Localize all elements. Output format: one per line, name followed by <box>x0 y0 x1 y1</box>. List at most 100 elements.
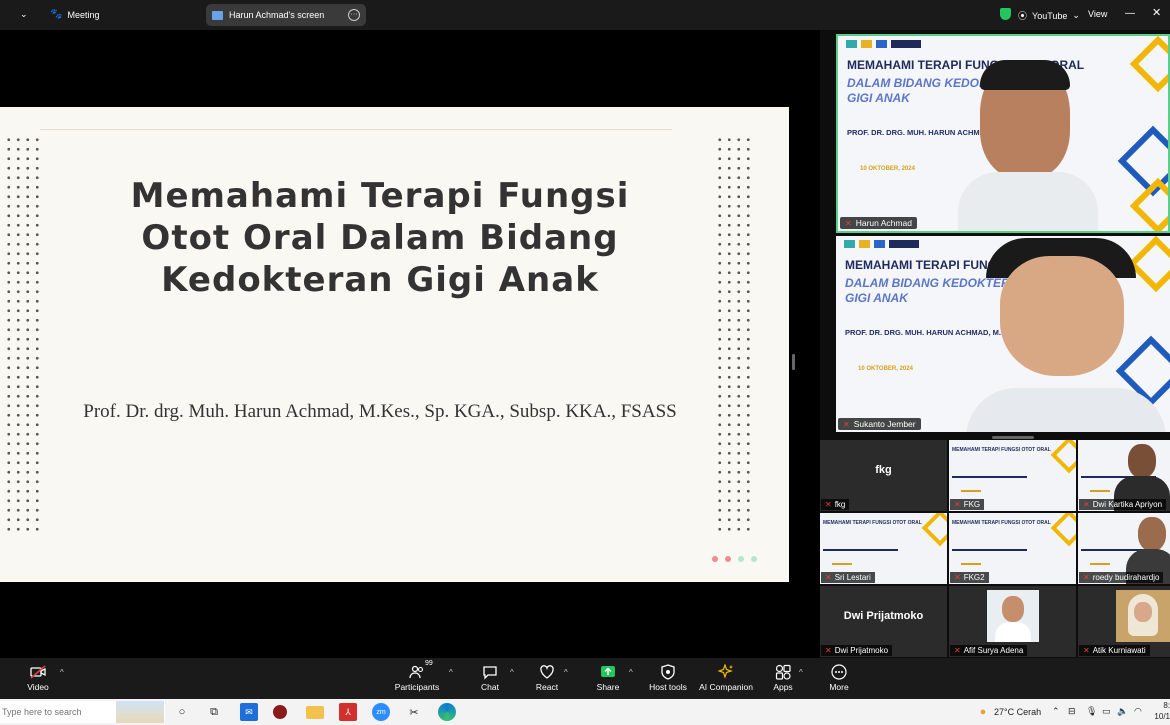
file-explorer-icon[interactable] <box>306 706 324 719</box>
participant-figure <box>1128 444 1156 478</box>
participant-name-tag: ✕ Afif Surya Adena <box>950 645 1028 656</box>
participants-count: 99 <box>425 660 433 667</box>
slide-top-rule <box>40 129 672 130</box>
slide-title: Memahami Terapi Fungsi Otot Oral Dalam B… <box>130 176 630 300</box>
chevron-up-icon[interactable]: ^ <box>629 668 633 677</box>
participant-tile[interactable]: ✕ Afif Surya Adena <box>949 586 1076 657</box>
chevron-up-icon[interactable]: ^ <box>449 668 453 677</box>
apps-icon <box>775 664 791 680</box>
chevron-up-icon[interactable]: ^ <box>799 668 803 677</box>
mic-off-icon: ✕ <box>1083 500 1090 509</box>
slide-author: Prof. Dr. drg. Muh. Harun Achmad, M.Kes.… <box>83 401 677 422</box>
zoom-app-icon[interactable]: zm <box>372 703 390 721</box>
youtube-live-button[interactable]: ⦿ YouTube ⌄ <box>1018 9 1080 22</box>
chevron-up-icon[interactable]: ⌃ <box>1052 706 1060 717</box>
dot-pattern-left <box>4 135 42 535</box>
capcut-icon[interactable]: ✂ <box>405 703 423 721</box>
view-button[interactable]: View <box>1088 9 1107 19</box>
presentation-slide: Memahami Terapi Fungsi Otot Oral Dalam B… <box>0 107 789 582</box>
participant-tile[interactable]: ✕ Atik Kurniawati <box>1078 586 1170 657</box>
meeting-info-button[interactable]: 🐾 Meeting <box>50 9 99 20</box>
participant-photo <box>1116 590 1170 642</box>
speaker-icon[interactable]: 🔈 <box>1117 706 1128 717</box>
mic-off-icon: ✕ <box>954 500 961 509</box>
shield-icon <box>661 664 675 680</box>
battery-icon[interactable]: ▭ <box>1102 706 1111 717</box>
paw-icon: 🐾 <box>50 9 63 20</box>
cortana-icon[interactable]: ○ <box>173 703 191 721</box>
participant-tile[interactable]: fkg ✕ fkg <box>820 440 947 511</box>
minimize-icon[interactable]: — <box>1125 8 1135 19</box>
weather-text[interactable]: 27°C Cerah <box>994 707 1041 717</box>
mic-off-icon: ✕ <box>1083 573 1090 582</box>
sparkle-icon <box>718 664 733 679</box>
participants-button[interactable]: 99 Participants <box>384 660 450 692</box>
panel-resize-handle[interactable] <box>792 354 795 370</box>
mic-off-icon: ✕ <box>954 573 961 582</box>
meeting-label: Meeting <box>67 9 100 20</box>
logos-icon <box>844 240 919 248</box>
slide-nav-dots <box>712 556 757 562</box>
mic-off-icon: ✕ <box>825 573 832 582</box>
speaker-video-sukanto[interactable]: MEMAHAMI TERAPI FUNGSI OTOT ORAL DALAM B… <box>836 236 1170 432</box>
app-icon[interactable] <box>273 705 287 719</box>
participant-tile[interactable]: Dwi Prijatmoko ✕ Dwi Prijatmoko <box>820 586 947 657</box>
mic-off-icon: ✕ <box>825 646 832 655</box>
meeting-toolbar: Video ^ 99 Participants ^ Chat ^ React ^… <box>0 658 1170 699</box>
dot-pattern-right <box>715 135 753 535</box>
participant-gallery: fkg ✕ fkg MEMAHAMI TERAPI FUNGSI OTOT ORA… <box>820 440 1170 658</box>
mic-off-icon: ✕ <box>845 218 852 228</box>
participant-tile[interactable]: MEMAHAMI TERAPI FUNGSI OTOT ORAL ✕ FKG2 <box>949 513 1076 584</box>
participant-name-tag: ✕ FKG2 <box>950 572 989 583</box>
participant-tile[interactable]: MEMAHAMI TERAPI FUNGSI OTOT ORAL ✕ Sri Le… <box>820 513 947 584</box>
screen-share-pill[interactable]: Harun Achmad's screen ··· <box>206 4 366 26</box>
participant-figure <box>1138 517 1166 551</box>
panel-drag-handle[interactable] <box>992 436 1034 439</box>
participant-name-tag: ✕ Sri Lestari <box>821 572 875 583</box>
speaker-name-tag: ✕ Sukanto Jember <box>838 418 921 430</box>
heart-icon <box>540 665 554 679</box>
mic-off-icon: ✕ <box>1083 646 1090 655</box>
speaker-video-harun[interactable]: MEMAHAMI TERAPI FUNGSI OTOT ORAL DALAM B… <box>836 34 1170 233</box>
microphone-icon[interactable]: 🎙 <box>1086 706 1097 717</box>
chevron-up-icon[interactable]: ^ <box>60 668 64 677</box>
close-icon[interactable]: ✕ <box>1152 6 1161 19</box>
share-screen-icon <box>601 666 615 677</box>
mic-off-icon: ✕ <box>843 419 850 429</box>
wifi-icon[interactable]: ◠ <box>1134 706 1142 717</box>
participant-photo <box>987 590 1039 642</box>
network-icon[interactable]: ⊟ <box>1068 706 1076 717</box>
search-highlight-icon <box>116 701 164 723</box>
shield-check-icon[interactable] <box>1000 8 1011 20</box>
participant-tile[interactable]: ✕ Dwi Kartika Apriyon <box>1078 440 1170 511</box>
weather-icon: ● <box>979 706 987 718</box>
participants-icon <box>409 665 424 679</box>
video-off-icon <box>30 665 46 679</box>
mic-off-icon: ✕ <box>954 646 961 655</box>
more-button[interactable]: More <box>806 664 872 692</box>
participant-name-tag: ✕ Dwi Kartika Apriyon <box>1079 499 1167 510</box>
view-label: View <box>1088 9 1108 19</box>
decor-diamond <box>1129 177 1168 231</box>
participant-tile[interactable]: MEMAHAMI TERAPI FUNGSI OTOT ORAL ✕ FKG <box>949 440 1076 511</box>
chevron-down-icon[interactable]: ⌄ <box>20 9 28 20</box>
pdf-reader-icon[interactable]: ⅄ <box>339 703 357 721</box>
meeting-top-bar: ⌄ 🐾 Meeting Harun Achmad's screen ··· ⦿ … <box>0 0 1170 30</box>
chevron-up-icon[interactable]: ^ <box>564 668 568 677</box>
mic-off-icon: ✕ <box>825 500 832 509</box>
clock[interactable]: 8: 10/1 <box>1150 700 1170 722</box>
youtube-label: YouTube <box>1032 10 1068 21</box>
decor-diamond <box>1129 36 1168 93</box>
more-options-icon[interactable]: ··· <box>348 9 360 21</box>
edge-browser-icon[interactable] <box>438 703 456 721</box>
task-view-icon[interactable]: ⧉ <box>205 703 223 721</box>
participant-name-tag: ✕ Atik Kurniawati <box>1079 645 1150 656</box>
windows-taskbar: ○ ⧉ ✉ ⅄ zm ✂ ● 27°C Cerah ⌃ ⊟ 🎙 ▭ 🔈 ◠ 8:… <box>0 699 1170 725</box>
signal-icon: ⦿ <box>1018 11 1028 21</box>
mail-icon[interactable]: ✉ <box>240 703 258 721</box>
participant-name-tag: ✕ Dwi Prijatmoko <box>821 645 893 656</box>
participant-tile[interactable]: ✕ roedy budirahardjo <box>1078 513 1170 584</box>
chat-icon <box>483 666 497 680</box>
react-button[interactable]: React <box>514 664 580 692</box>
screen-share-icon <box>212 10 223 20</box>
